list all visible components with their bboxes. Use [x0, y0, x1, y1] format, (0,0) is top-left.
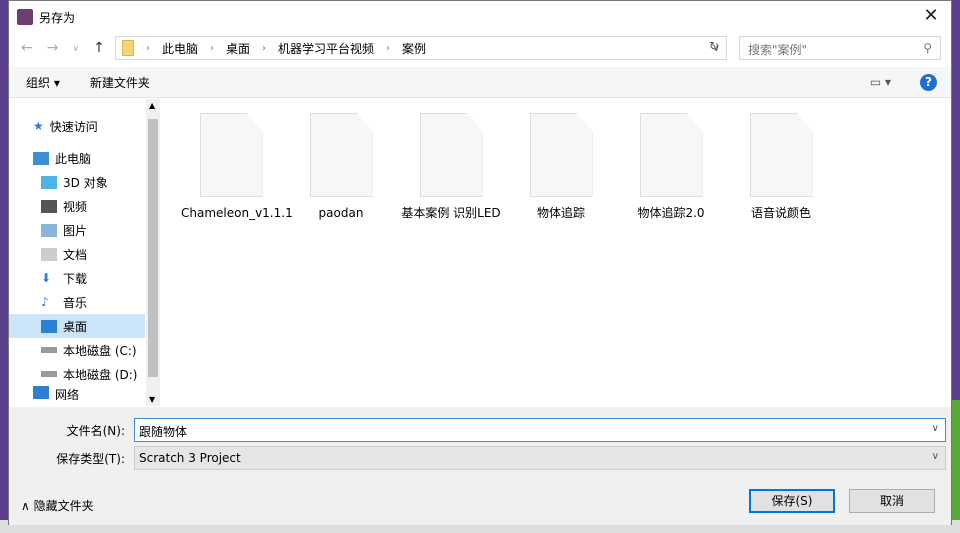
file-icon	[749, 113, 813, 197]
file-type-value: Scratch 3 Project	[139, 451, 241, 465]
save-button[interactable]: 保存(S)	[749, 489, 835, 513]
file-name: 物体追踪	[536, 206, 585, 220]
crumb[interactable]: 此电脑	[162, 40, 198, 57]
filename-label: 文件名(N):	[66, 423, 125, 438]
sidebar-item-drive-d[interactable]: 本地磁盘 (D:)	[9, 362, 145, 386]
sidebar-item-music[interactable]: ♪ 音乐	[9, 290, 145, 314]
star-icon: ★	[33, 119, 44, 133]
file-icon	[199, 113, 263, 197]
download-icon: ⬇	[41, 271, 52, 285]
type-label: 保存类型(T):	[56, 451, 125, 466]
file-icon	[419, 113, 483, 197]
back-icon[interactable]: ←	[21, 40, 33, 56]
new-folder-button[interactable]: 新建文件夹	[90, 74, 150, 91]
file-item[interactable]: 物体追踪	[511, 113, 611, 222]
sidebar-item-3d[interactable]: 3D 对象	[9, 170, 145, 194]
file-name: 物体追踪2.0	[637, 206, 705, 220]
forward-icon[interactable]: →	[47, 40, 59, 56]
file-list: Chameleon_v1.1.1 paodan 基本案例 识别LED 物体追踪 …	[161, 99, 951, 406]
file-name: 语音说颜色	[750, 206, 811, 220]
file-name: paodan	[318, 206, 364, 220]
crumb[interactable]: 桌面	[226, 40, 250, 57]
picture-icon	[41, 223, 57, 237]
search-input[interactable]: 搜索"案例" ⚲	[739, 36, 941, 60]
sidebar-item-downloads[interactable]: ⬇ 下载	[9, 266, 145, 290]
organize-button[interactable]: 组织 ▾	[26, 74, 60, 91]
sidebar-item-video[interactable]: 视频	[9, 194, 145, 218]
file-name: Chameleon_v1.1.1	[181, 206, 293, 220]
close-button[interactable]: ✕	[917, 5, 945, 27]
filename-value: 跟随物体	[139, 425, 188, 439]
file-name: 基本案例 识别LED	[401, 206, 501, 220]
title-bar: 另存为	[9, 1, 951, 33]
hide-folders-button[interactable]: ∧ 隐藏文件夹	[21, 497, 94, 514]
navigation-pane: ★ 快速访问 此电脑 3D 对象 视频 图片 文档 ⬇ 下载 ♪ 音乐 桌面 本地磁盘…	[9, 99, 145, 406]
address-bar-row: ← → ∨ ↑ › 此电脑 › 桌面 › 机器学习平台视频 › 案例 ∨ ↻ 搜索"案例" ⚲	[9, 36, 953, 62]
dialog-title: 另存为	[39, 10, 76, 25]
document-icon	[41, 247, 57, 261]
sidebar-scrollbar[interactable]: ▲ ▼	[146, 99, 160, 406]
sidebar-item-desktop[interactable]: 桌面	[9, 314, 145, 338]
desktop-icon	[41, 319, 57, 333]
video-icon	[41, 199, 57, 213]
drive-icon	[41, 371, 57, 377]
recent-chevron-icon[interactable]: ∨	[72, 44, 79, 56]
app-icon	[17, 9, 33, 25]
cancel-button[interactable]: 取消	[849, 489, 935, 513]
crumb[interactable]: 机器学习平台视频	[278, 40, 374, 57]
computer-icon	[33, 151, 49, 165]
sidebar-item-this-pc[interactable]: 此电脑	[9, 146, 145, 170]
drive-icon	[41, 347, 57, 353]
filename-input[interactable]: 跟随物体 ∨	[134, 418, 946, 442]
help-button[interactable]: ?	[920, 74, 937, 91]
sidebar-item-quick-access[interactable]: ★ 快速访问	[9, 114, 145, 138]
chevron-down-icon[interactable]: ∨	[932, 451, 939, 462]
cube-icon	[41, 175, 57, 189]
file-icon	[529, 113, 593, 197]
file-item[interactable]: 语音说颜色	[731, 113, 831, 222]
view-options-icon[interactable]: ▭ ▾	[870, 75, 891, 89]
file-item[interactable]: 基本案例 识别LED	[401, 113, 501, 222]
search-icon: ⚲	[923, 41, 932, 55]
crumb[interactable]: 案例	[402, 40, 426, 57]
refresh-icon[interactable]: ↻	[709, 39, 719, 53]
file-icon	[309, 113, 373, 197]
breadcrumb[interactable]: › 此电脑 › 桌面 › 机器学习平台视频 › 案例 ∨	[115, 36, 727, 60]
music-icon: ♪	[41, 295, 49, 309]
search-placeholder: 搜索"案例"	[748, 43, 808, 57]
file-type-select[interactable]: Scratch 3 Project ∨	[134, 446, 946, 470]
toolbar: 组织 ▾ 新建文件夹 ▭ ▾ ?	[9, 67, 951, 98]
folder-icon	[122, 40, 134, 56]
save-form: 文件名(N): 跟随物体 ∨ 保存类型(T): Scratch 3 Project ∨ …	[9, 407, 951, 525]
chevron-down-icon[interactable]: ∨	[932, 423, 939, 434]
up-icon[interactable]: ↑	[93, 40, 105, 56]
file-item[interactable]: paodan	[291, 113, 391, 222]
sidebar-item-network[interactable]: 网络	[9, 386, 145, 400]
sidebar-item-drive-c[interactable]: 本地磁盘 (C:)	[9, 338, 145, 362]
network-icon	[33, 386, 49, 399]
sidebar-item-pictures[interactable]: 图片	[9, 218, 145, 242]
file-item[interactable]: Chameleon_v1.1.1	[181, 113, 293, 222]
save-as-dialog: 另存为 ✕ ← → ∨ ↑ › 此电脑 › 桌面 › 机器学习平台视频 › 案例 ∨ ↻ 搜索…	[8, 0, 952, 525]
file-icon	[639, 113, 703, 197]
file-item[interactable]: 物体追踪2.0	[621, 113, 721, 222]
sidebar-item-documents[interactable]: 文档	[9, 242, 145, 266]
